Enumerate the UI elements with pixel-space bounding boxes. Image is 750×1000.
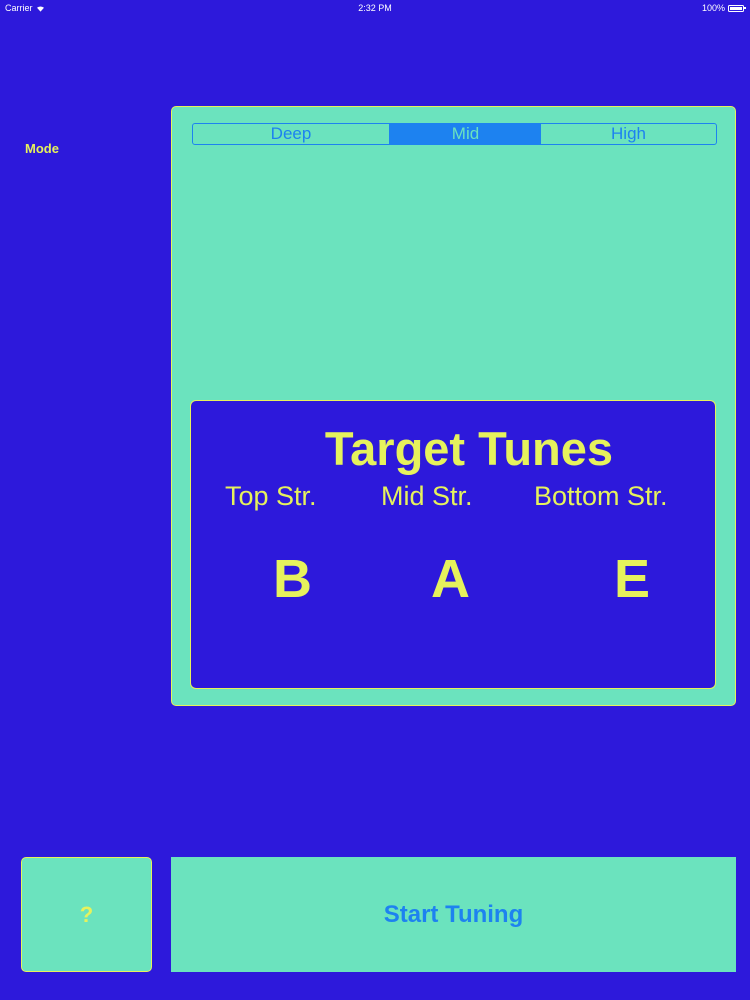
target-tunes-title: Target Tunes [324, 422, 614, 475]
top-string-label: Top Str. [225, 481, 317, 511]
top-string-note: B [273, 549, 312, 609]
mode-segment-mid[interactable]: Mid [390, 124, 541, 144]
target-tunes-card: Target Tunes Top Str. Mid Str. Bottom St… [190, 400, 716, 689]
mode-label: Mode [25, 141, 59, 156]
main-panel: Deep Mid High Target Tunes Top Str. Mid … [171, 106, 736, 706]
mode-segment-deep[interactable]: Deep [193, 124, 390, 144]
status-bar: Carrier 2:32 PM 100% [0, 0, 750, 16]
bottom-string-note: E [614, 549, 651, 609]
bottom-string-label: Bottom Str. [534, 481, 668, 511]
help-button[interactable]: ? [21, 857, 152, 972]
mode-segmented-control: Deep Mid High [192, 123, 717, 145]
battery-icon [728, 4, 746, 12]
status-battery: 100% [701, 3, 746, 13]
mode-segment-high[interactable]: High [541, 124, 716, 144]
mid-string-note: A [431, 549, 470, 609]
start-tuning-button[interactable]: Start Tuning [171, 857, 736, 972]
mid-string-label: Mid Str. [381, 481, 473, 511]
status-time: 2:32 PM [358, 3, 392, 13]
battery-percent: 100% [701, 3, 725, 13]
